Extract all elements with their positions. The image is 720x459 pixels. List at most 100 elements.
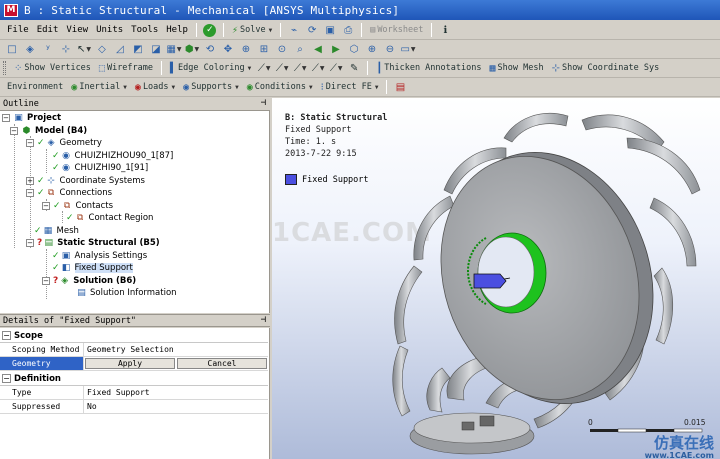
select-vertex-button[interactable]: ◇ [94, 41, 110, 57]
details-row-scoping-method[interactable]: Scoping Method Geometry Selection [0, 343, 268, 357]
separator [161, 61, 163, 75]
tree-item-contacts[interactable]: − ✓ ⧉ Contacts [42, 200, 113, 212]
select-edge-button[interactable]: ◿ [112, 41, 128, 57]
conditions-button[interactable]: ◉ Conditions ▼ [244, 79, 316, 95]
apply-button[interactable]: Apply [85, 358, 175, 369]
zoom-box-button[interactable]: ⊞ [256, 41, 272, 57]
collapse-icon[interactable]: − [26, 239, 34, 247]
probe-button[interactable]: ⌁ [286, 22, 302, 38]
pin-icon[interactable]: ⊣ [261, 98, 266, 108]
details-row-geometry[interactable]: Geometry Apply Cancel [0, 357, 268, 371]
zoom-button[interactable]: ⊕ [238, 41, 254, 57]
coordinate-button[interactable]: ⊹ [58, 41, 74, 57]
pointer-button[interactable]: ↖ ▼ [76, 41, 92, 57]
expand-icon[interactable]: + [26, 177, 34, 185]
pin-icon[interactable]: ⊣ [261, 315, 266, 325]
menu-view[interactable]: View [62, 25, 92, 35]
filter-button[interactable]: ʸ [40, 41, 56, 57]
edge-style-3-button[interactable]: ⟋ ▼ [292, 60, 308, 76]
iso-view-button[interactable]: ⬡ [346, 41, 362, 57]
select-body-button[interactable]: ◪ [148, 41, 164, 57]
edge-style-4-button[interactable]: ⟋ ▼ [310, 60, 326, 76]
details-row-type[interactable]: Type Fixed Support [0, 386, 268, 400]
next-view-button[interactable]: ▶ [328, 41, 344, 57]
tree-item-solution-information[interactable]: ▤ Solution Information [76, 287, 176, 299]
supports-button[interactable]: ◉ Supports ▼ [180, 79, 242, 95]
menu-edit[interactable]: Edit [33, 25, 63, 35]
loads-button[interactable]: ◉ Loads ▼ [132, 79, 178, 95]
edge-coloring-button[interactable]: ▌ Edge Coloring ▼ [167, 60, 254, 76]
solve-button[interactable]: ⚡ Solve ▼ [229, 22, 275, 38]
tree-item-body-2[interactable]: ✓ ◉ CHUIZHI90_1[91] [52, 162, 148, 174]
zoom-out-button[interactable]: ⊖ [382, 41, 398, 57]
menu-help[interactable]: Help [162, 25, 192, 35]
details-group-scope[interactable]: − Scope [0, 329, 268, 343]
show-coordinate-systems-button[interactable]: ⊹ Show Coordinate Sys [549, 60, 663, 76]
tree-item-geometry[interactable]: − ✓ ◈ Geometry [26, 137, 102, 149]
previous-view-button[interactable]: ◀ [310, 41, 326, 57]
cancel-button[interactable]: Cancel [177, 358, 267, 369]
magnifier-button[interactable]: ⌕ [292, 41, 308, 57]
collapse-icon[interactable]: − [2, 114, 10, 122]
collapse-icon[interactable]: − [26, 189, 34, 197]
tree-connector [46, 149, 47, 173]
outline-tree: − ▣ Project − ⬢ Model (B4) − ✓ ◈ Geometr… [0, 111, 270, 313]
new-button[interactable]: □ [4, 41, 20, 57]
collapse-icon[interactable]: − [2, 374, 11, 383]
tree-item-analysis-settings[interactable]: ✓ ▣ Analysis Settings [52, 250, 147, 262]
menu-tools[interactable]: Tools [127, 25, 162, 35]
pin-button[interactable]: ✎ [346, 60, 362, 76]
select-face-button[interactable]: ◩ [130, 41, 146, 57]
menu-units[interactable]: Units [92, 25, 127, 35]
direct-fe-icon: ⁝ [320, 81, 324, 93]
collapse-icon[interactable]: − [42, 202, 50, 210]
tree-item-mesh[interactable]: ✓ ▦ Mesh [34, 225, 79, 237]
edge-style-1-button[interactable]: ⟋ ▼ [256, 60, 272, 76]
cube-button[interactable]: ⬢ ▼ [184, 41, 200, 57]
collapse-icon[interactable]: − [10, 127, 18, 135]
menu-file[interactable]: File [3, 25, 33, 35]
layout-button[interactable]: ▭ ▼ [400, 41, 416, 57]
graphics-viewport[interactable]: 1CAE.COM B: Static Structural Fixed Supp… [272, 98, 720, 459]
tree-item-model[interactable]: − ⬢ Model (B4) [10, 125, 87, 137]
tree-item-connections[interactable]: − ✓ ⧉ Connections [26, 187, 112, 199]
viewport-time: Time: 1. s [285, 137, 337, 147]
wireframe-button[interactable]: ⬚ Wireframe [96, 60, 156, 76]
zoom-in-button[interactable]: ⊕ [364, 41, 380, 57]
collapse-icon[interactable]: − [26, 139, 34, 147]
print-button[interactable]: ⎙ [340, 22, 356, 38]
help-pointer-button[interactable]: ℹ [437, 22, 453, 38]
worksheet-button[interactable]: ▤ Worksheet [367, 22, 426, 38]
edge-style-2-button[interactable]: ⟋ ▼ [274, 60, 290, 76]
edge-coloring-icon: ▌ [170, 62, 177, 74]
tree-item-coordinate-systems[interactable]: + ✓ ⊹ Coordinate Systems [26, 175, 145, 187]
rotate-button[interactable]: ⟲ [202, 41, 218, 57]
tree-item-contact-region[interactable]: ✓ ⧉ Contact Region [66, 212, 153, 224]
inertial-button[interactable]: ◉ Inertial ▼ [68, 79, 130, 95]
edge-icon: ◿ [116, 43, 124, 55]
tree-item-static-structural[interactable]: − ? ▤ Static Structural (B5) [26, 237, 160, 249]
check-button[interactable]: ✓ [202, 22, 218, 38]
collapse-icon[interactable]: − [42, 277, 50, 285]
check-icon: ✓ [53, 201, 61, 211]
show-mesh-button[interactable]: ▦ Show Mesh [486, 60, 546, 76]
select-mesh-button[interactable]: ▦ ▼ [166, 41, 182, 57]
refresh-button[interactable]: ⟳ [304, 22, 320, 38]
zoom-fit-button[interactable]: ⊙ [274, 41, 290, 57]
show-vertices-button[interactable]: ⁘ Show Vertices [11, 60, 94, 76]
tree-item-body-1[interactable]: ✓ ◉ CHUIZHIZHOU90_1[87] [52, 150, 173, 162]
model-button[interactable]: ◈ [22, 41, 38, 57]
thicken-annotations-button[interactable]: ┃ Thicken Annotations [373, 60, 484, 76]
tree-item-solution[interactable]: − ? ◈ Solution (B6) [42, 275, 136, 287]
tree-item-project[interactable]: − ▣ Project [2, 112, 61, 124]
collapse-icon[interactable]: − [2, 331, 11, 340]
pan-button[interactable]: ✥ [220, 41, 236, 57]
details-group-definition[interactable]: − Definition [0, 372, 268, 386]
wireframe-icon: ⬚ [98, 62, 105, 74]
direct-fe-button[interactable]: ⁝ Direct FE ▼ [318, 79, 382, 95]
details-row-suppressed[interactable]: Suppressed No [0, 400, 268, 414]
tree-item-fixed-support[interactable]: ✓ ◧ Fixed Support [52, 262, 133, 274]
commands-button[interactable]: ▤ [392, 79, 408, 95]
copy-image-button[interactable]: ▣ [322, 22, 338, 38]
edge-style-5-button[interactable]: ⟋ ▼ [328, 60, 344, 76]
